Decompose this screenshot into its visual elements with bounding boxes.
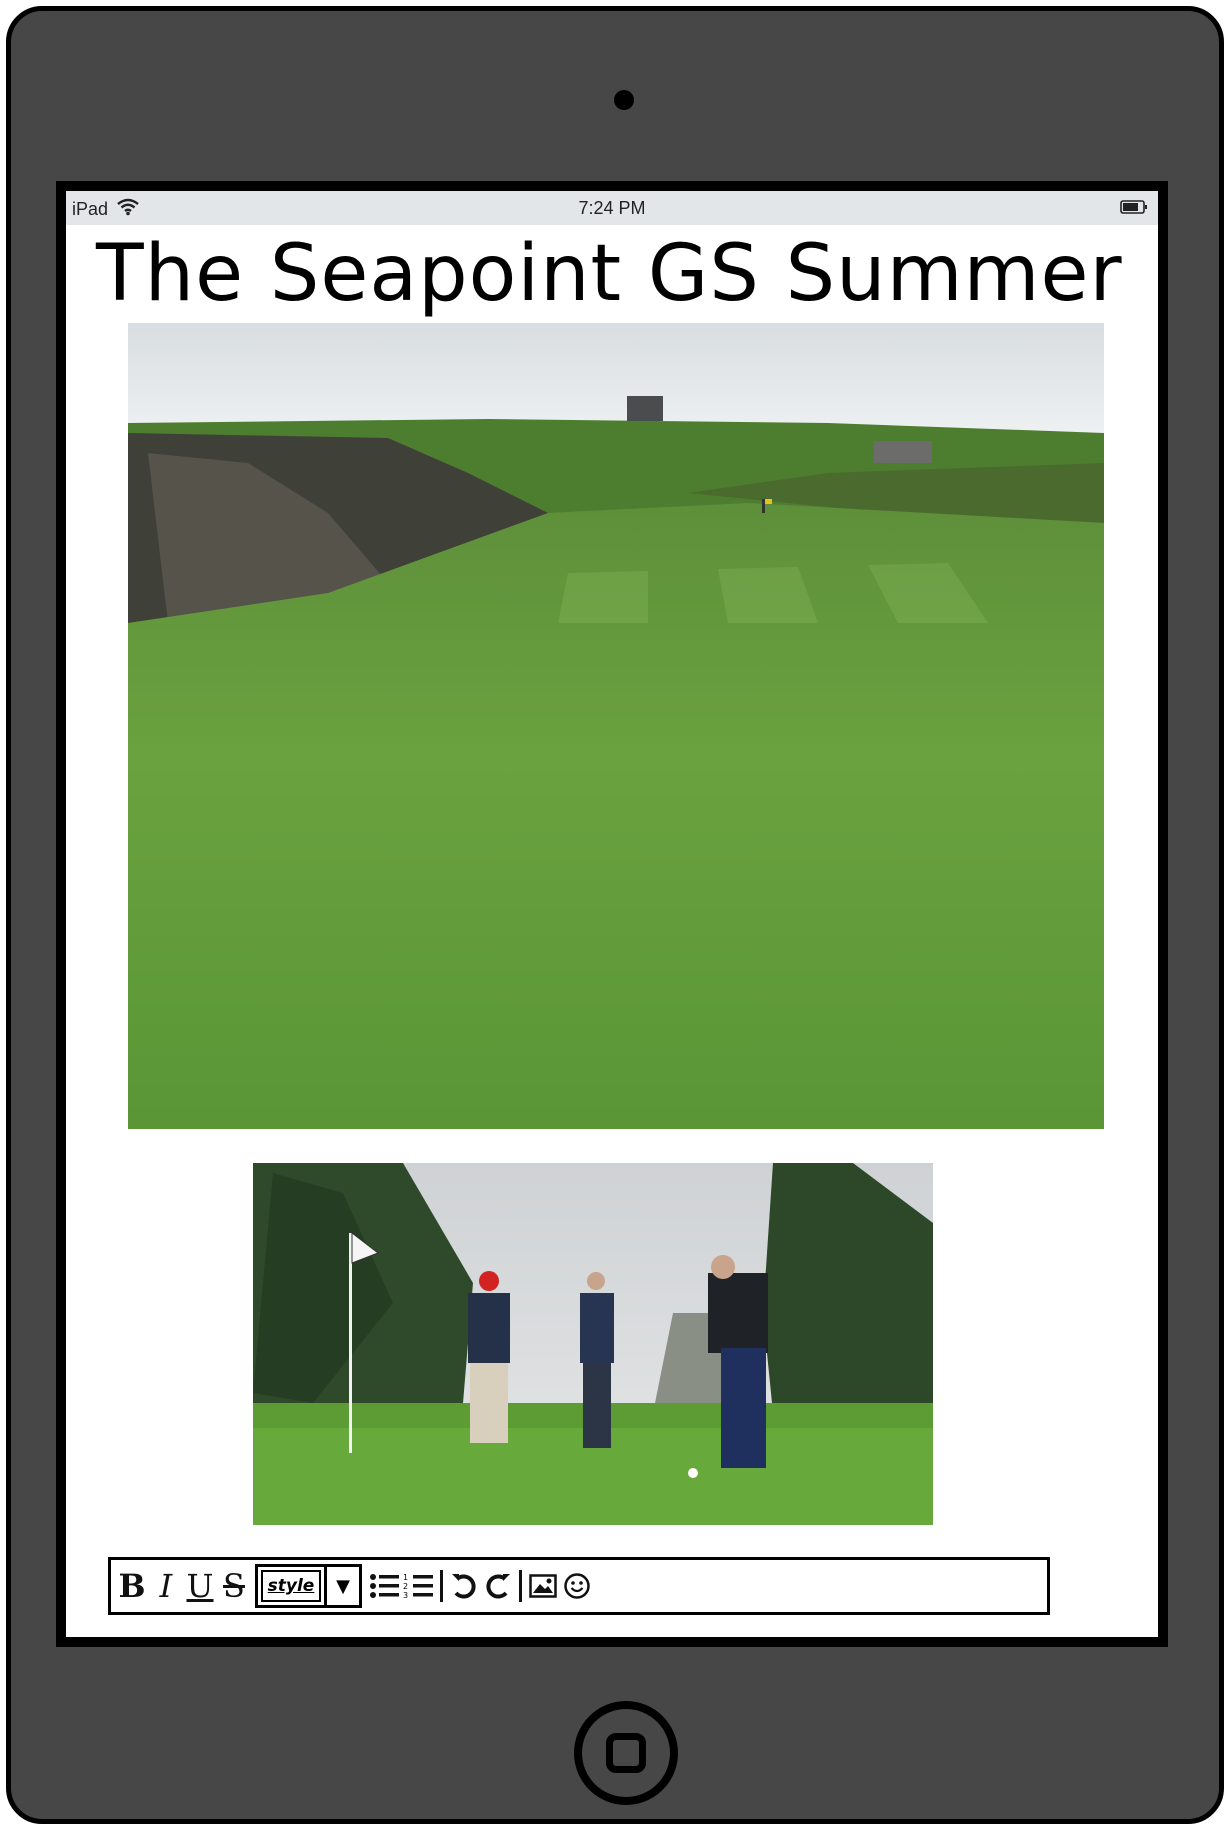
status-bar: iPad 7:24 PM xyxy=(66,191,1158,225)
golf-course-photo xyxy=(128,323,1104,1129)
bullet-list-icon[interactable] xyxy=(368,1566,402,1606)
undo-icon[interactable] xyxy=(447,1566,481,1606)
screen: iPad 7:24 PM The Seapoint GS Summer B I … xyxy=(56,181,1168,1647)
style-dropdown[interactable]: style ▼ xyxy=(255,1564,362,1608)
svg-text:1: 1 xyxy=(403,1573,408,1582)
home-button[interactable] xyxy=(574,1701,678,1805)
svg-text:2: 2 xyxy=(403,1582,408,1591)
style-label: style xyxy=(261,1570,321,1602)
numbered-list-icon[interactable]: 1 2 3 xyxy=(402,1566,436,1606)
status-time: 7:24 PM xyxy=(578,198,646,218)
bold-icon[interactable]: B xyxy=(115,1566,149,1606)
toolbar-divider xyxy=(440,1570,443,1602)
page-title: The Seapoint GS Summer xyxy=(96,229,1123,319)
insert-image-icon[interactable] xyxy=(526,1566,560,1606)
camera-icon xyxy=(614,90,634,110)
svg-text:3: 3 xyxy=(403,1591,408,1600)
editor-toolbar: B I U S style ▼ 1 2 3 xyxy=(108,1557,1050,1615)
underline-icon[interactable]: U xyxy=(183,1566,217,1606)
toolbar-divider xyxy=(519,1570,522,1602)
battery-icon xyxy=(1120,199,1148,220)
golfers-photo xyxy=(253,1163,933,1525)
strikethrough-icon[interactable]: S xyxy=(217,1566,251,1606)
italic-icon[interactable]: I xyxy=(149,1566,183,1606)
home-square-icon xyxy=(606,1733,646,1773)
redo-icon[interactable] xyxy=(481,1566,515,1606)
emoji-icon[interactable] xyxy=(560,1566,594,1606)
chevron-down-icon: ▼ xyxy=(324,1567,359,1605)
